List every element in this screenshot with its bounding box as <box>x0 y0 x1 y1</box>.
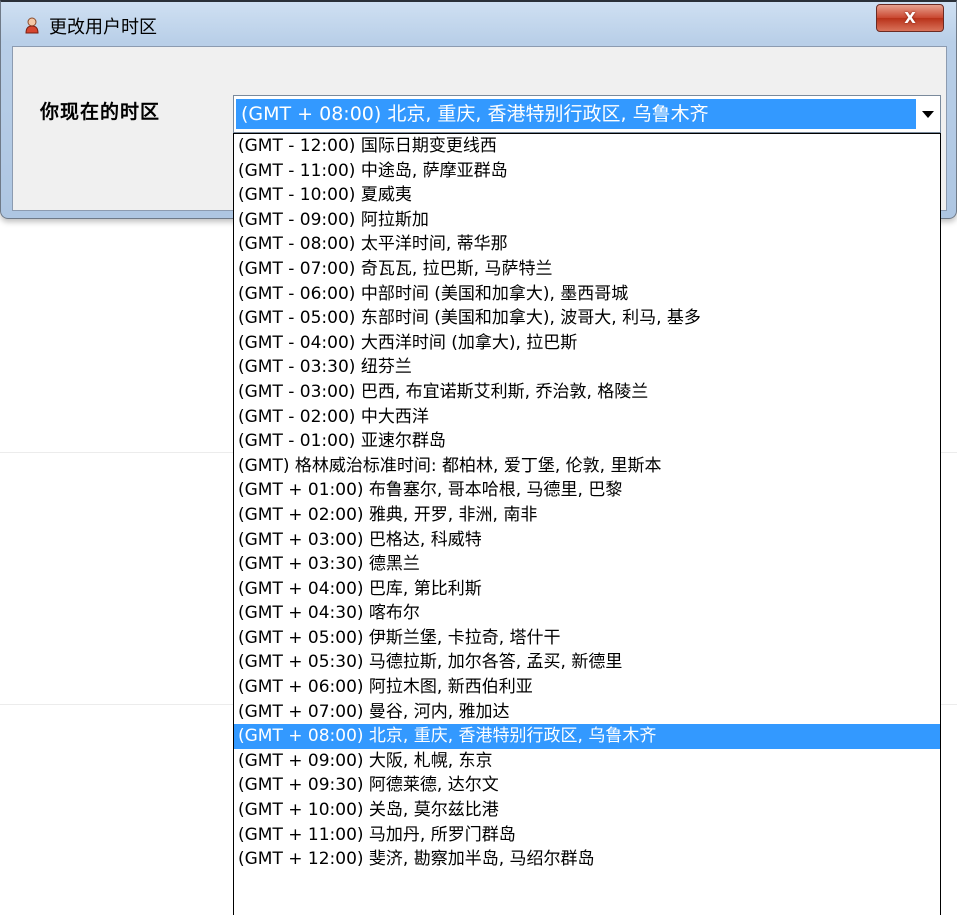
timezone-option[interactable]: (GMT + 05:30) 马德拉斯, 加尔各答, 孟买, 新德里 <box>234 650 940 675</box>
timezone-option[interactable]: (GMT - 09:00) 阿拉斯加 <box>234 208 940 233</box>
timezone-option[interactable]: (GMT + 01:00) 布鲁塞尔, 哥本哈根, 马德里, 巴黎 <box>234 478 940 503</box>
timezone-option[interactable]: (GMT + 09:00) 大阪, 札幌, 东京 <box>234 749 940 774</box>
close-button[interactable]: X <box>876 4 944 32</box>
timezone-option[interactable]: (GMT - 05:00) 东部时间 (美国和加拿大), 波哥大, 利马, 基多 <box>234 306 940 331</box>
timezone-option[interactable]: (GMT - 06:00) 中部时间 (美国和加拿大), 墨西哥城 <box>234 282 940 307</box>
timezone-option[interactable]: (GMT + 03:00) 巴格达, 科威特 <box>234 528 940 553</box>
timezone-option[interactable]: (GMT + 10:00) 关岛, 莫尔兹比港 <box>234 798 940 823</box>
timezone-option[interactable]: (GMT + 04:00) 巴库, 第比利斯 <box>234 577 940 602</box>
title-bar[interactable]: 更改用户时区 X <box>1 2 956 46</box>
timezone-option[interactable]: (GMT - 02:00) 中大西洋 <box>234 405 940 430</box>
timezone-label: 你现在的时区 <box>40 101 161 123</box>
timezone-option[interactable]: (GMT + 06:00) 阿拉木图, 新西伯利亚 <box>234 675 940 700</box>
timezone-option[interactable]: (GMT + 04:30) 喀布尔 <box>234 601 940 626</box>
timezone-option[interactable]: (GMT + 03:30) 德黑兰 <box>234 552 940 577</box>
timezone-dropdown-list[interactable]: (GMT - 12:00) 国际日期变更线西 (GMT - 11:00) 中途岛,… <box>233 133 941 915</box>
timezone-option[interactable]: (GMT + 08:00) 北京, 重庆, 香港特别行政区, 乌鲁木齐 <box>234 724 940 749</box>
timezone-option[interactable]: (GMT - 07:00) 奇瓦瓦, 拉巴斯, 马萨特兰 <box>234 257 940 282</box>
user-icon <box>25 17 39 34</box>
window-title: 更改用户时区 <box>49 17 157 38</box>
timezone-option[interactable]: (GMT + 09:30) 阿德莱德, 达尔文 <box>234 773 940 798</box>
timezone-option[interactable]: (GMT - 10:00) 夏威夷 <box>234 183 940 208</box>
timezone-option[interactable]: (GMT + 05:00) 伊斯兰堡, 卡拉奇, 塔什干 <box>234 626 940 651</box>
timezone-option[interactable]: (GMT + 12:00) 斐济, 勘察加半岛, 马绍尔群岛 <box>234 847 940 872</box>
chevron-down-icon[interactable] <box>922 111 934 118</box>
timezone-option[interactable]: (GMT + 11:00) 马加丹, 所罗门群岛 <box>234 823 940 848</box>
timezone-option[interactable]: (GMT - 12:00) 国际日期变更线西 <box>234 134 940 159</box>
timezone-option[interactable]: (GMT - 01:00) 亚速尔群岛 <box>234 429 940 454</box>
timezone-option[interactable]: (GMT - 11:00) 中途岛, 萨摩亚群岛 <box>234 159 940 184</box>
timezone-option[interactable]: (GMT + 07:00) 曼谷, 河内, 雅加达 <box>234 700 940 725</box>
close-icon: X <box>904 9 916 27</box>
timezone-option[interactable]: (GMT) 格林威治标准时间: 都柏林, 爱丁堡, 伦敦, 里斯本 <box>234 454 940 479</box>
timezone-option[interactable]: (GMT - 08:00) 太平洋时间, 蒂华那 <box>234 232 940 257</box>
timezone-option[interactable]: (GMT - 03:00) 巴西, 布宜诺斯艾利斯, 乔治敦, 格陵兰 <box>234 380 940 405</box>
timezone-option[interactable]: (GMT + 02:00) 雅典, 开罗, 非洲, 南非 <box>234 503 940 528</box>
timezone-select[interactable]: (GMT + 08:00) 北京, 重庆, 香港特别行政区, 乌鲁木齐 <box>233 95 941 133</box>
timezone-option[interactable]: (GMT - 03:30) 纽芬兰 <box>234 355 940 380</box>
timezone-option[interactable]: (GMT - 04:00) 大西洋时间 (加拿大), 拉巴斯 <box>234 331 940 356</box>
timezone-select-value: (GMT + 08:00) 北京, 重庆, 香港特别行政区, 乌鲁木齐 <box>236 99 916 129</box>
